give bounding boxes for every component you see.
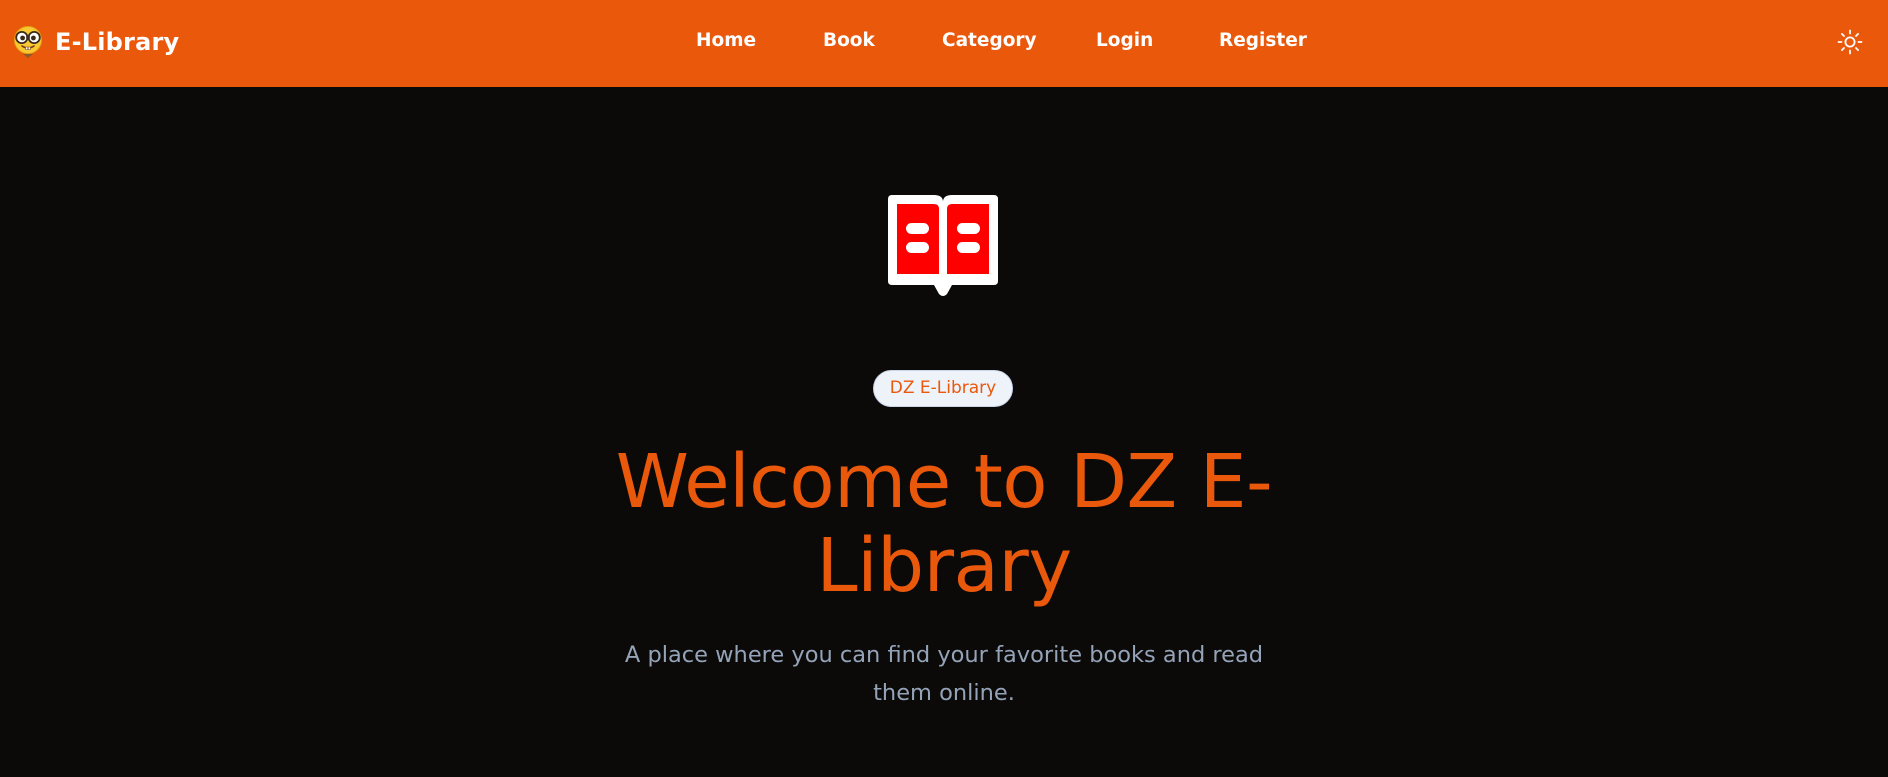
hero-subtitle: A place where you can find your favorite… (624, 642, 1264, 706)
sun-icon (1837, 29, 1863, 55)
nav-category[interactable]: Category (942, 28, 1037, 54)
hero-title: Welcome to DZ E-Library (615, 439, 1273, 609)
theme-toggle-button[interactable] (1836, 28, 1864, 56)
nav-register[interactable]: Register (1219, 28, 1307, 54)
open-book-icon (886, 192, 1000, 296)
brand-badge: DZ E-Library (873, 370, 1013, 407)
nav-book[interactable]: Book (823, 28, 875, 54)
top-navbar: E-Library Home Book Category Login Regis… (0, 0, 1888, 87)
nav-login[interactable]: Login (1096, 28, 1153, 54)
partial-element-edge (1535, 770, 1675, 777)
nav-home[interactable]: Home (696, 28, 756, 54)
main-nav: Home Book Category Login Register (0, 28, 1888, 56)
